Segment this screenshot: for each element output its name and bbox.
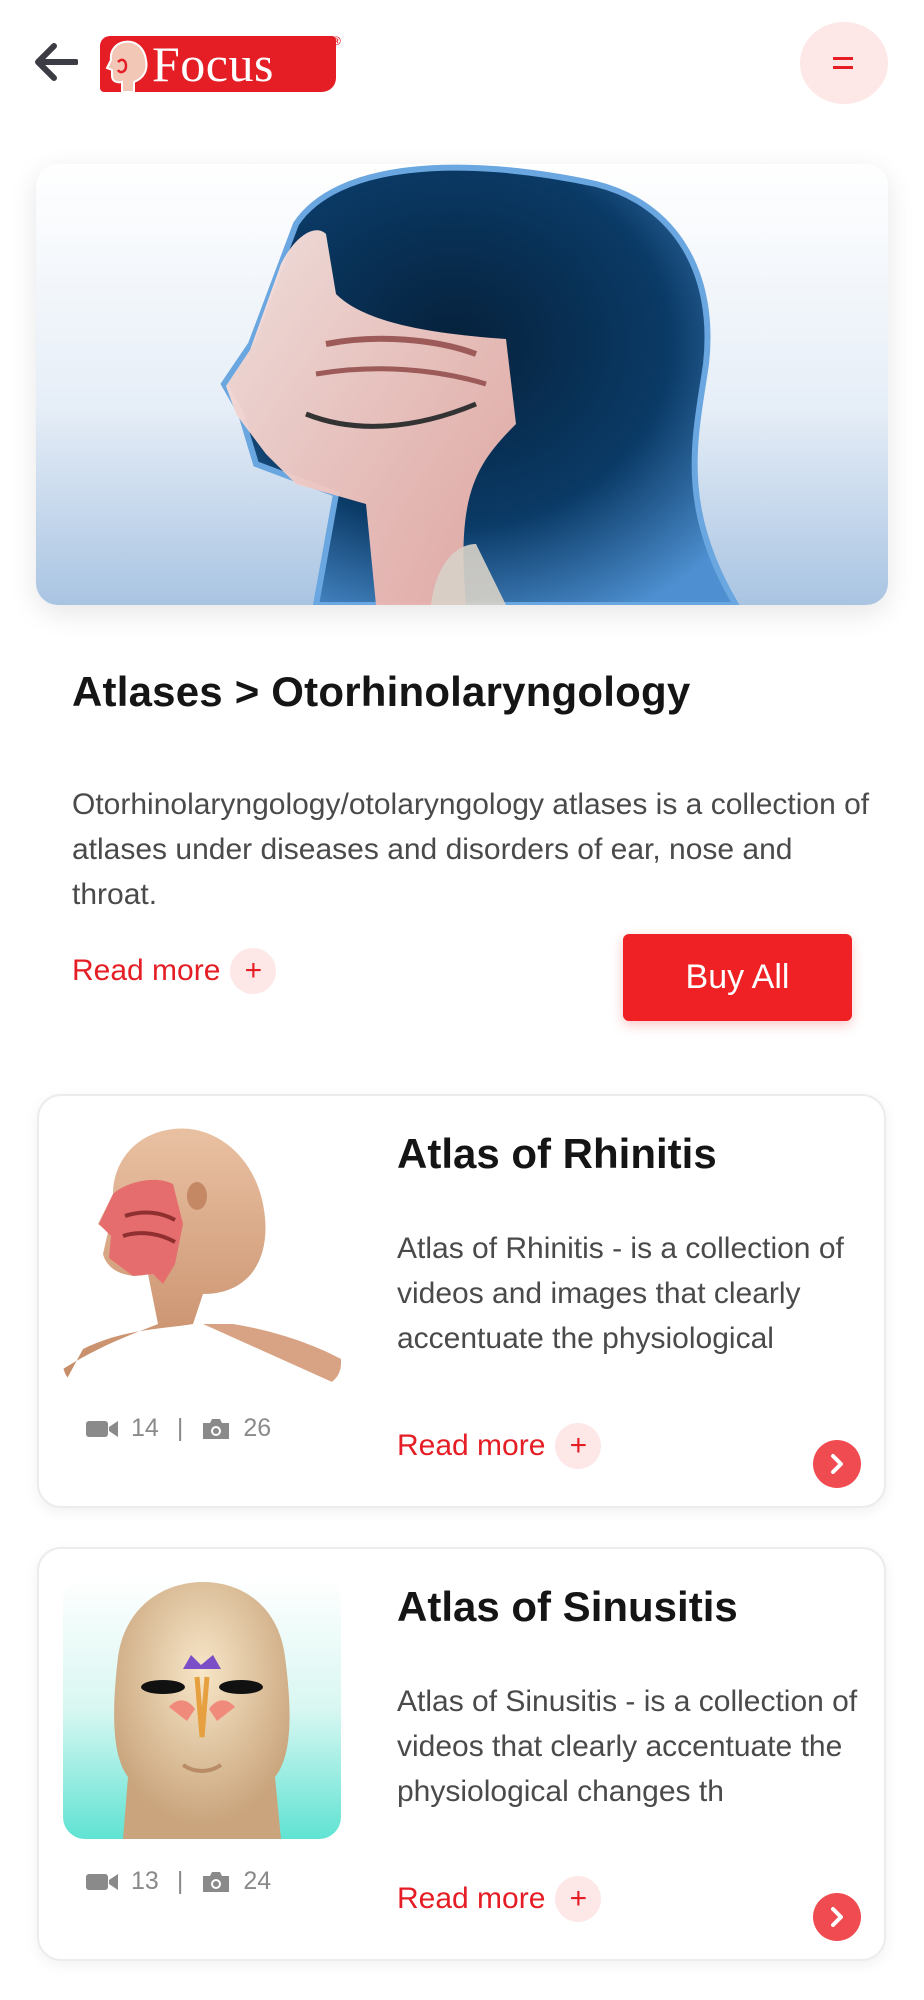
chevron-right-icon xyxy=(831,1454,843,1474)
page-title-breadcrumb: Atlases > Otorhinolaryngology xyxy=(72,668,691,715)
plus-icon: + xyxy=(555,1876,602,1922)
menu-icon xyxy=(833,57,853,69)
camera-icon xyxy=(203,1418,230,1439)
read-more-label: Read more xyxy=(397,1429,546,1462)
atlas-thumbnail xyxy=(63,1124,341,1386)
stat-separator: | xyxy=(176,1414,184,1442)
read-more-label: Read more xyxy=(397,1882,546,1915)
stat-separator: | xyxy=(176,1867,184,1895)
video-camera-icon xyxy=(86,1873,118,1890)
hero-image xyxy=(36,164,888,605)
arrow-left-icon xyxy=(35,43,78,81)
category-description: Otorhinolaryngology/otolaryngology atlas… xyxy=(72,788,870,911)
atlas-card-sinusitis[interactable]: Atlas of Sinusitis Atlas of Sinusitis - … xyxy=(37,1547,886,1961)
plus-icon: + xyxy=(555,1423,602,1469)
logo-text: Focus xyxy=(152,36,274,92)
plus-icon: + xyxy=(230,948,277,994)
video-count: 14 xyxy=(131,1414,159,1442)
image-count: 26 xyxy=(243,1414,272,1442)
media-stats: 14 | 26 xyxy=(85,1414,271,1443)
open-atlas-button[interactable] xyxy=(813,1893,861,1941)
registered-mark: ® xyxy=(332,34,341,48)
app-header: Focus ® xyxy=(0,0,924,130)
atlas-description: Atlas of Sinusitis - is a collection of … xyxy=(397,1685,858,1808)
video-camera-icon xyxy=(86,1420,118,1437)
media-stats: 13 | 24 xyxy=(85,1867,271,1896)
read-more-link[interactable]: Read more + xyxy=(397,1876,602,1922)
atlas-title[interactable]: Atlas of Rhinitis xyxy=(397,1130,717,1178)
buy-all-button[interactable]: Buy All xyxy=(623,934,852,1021)
camera-icon xyxy=(203,1871,230,1892)
read-more-link[interactable]: Read more + xyxy=(397,1423,602,1469)
atlas-thumbnail xyxy=(63,1577,341,1839)
back-button[interactable] xyxy=(30,36,82,88)
atlas-card-rhinitis[interactable]: Atlas of Rhinitis Atlas of Rhinitis - is… xyxy=(37,1094,886,1508)
menu-button[interactable] xyxy=(800,22,888,104)
head-silhouette-icon xyxy=(105,40,148,92)
read-more-label: Read more xyxy=(72,954,221,987)
read-more-link[interactable]: Read more + xyxy=(72,948,277,994)
focus-logo: Focus ® xyxy=(100,34,344,92)
chevron-right-icon xyxy=(831,1907,843,1927)
atlas-description: Atlas of Rhinitis - is a collection of v… xyxy=(397,1232,844,1355)
video-count: 13 xyxy=(131,1867,159,1895)
atlas-title[interactable]: Atlas of Sinusitis xyxy=(397,1583,738,1631)
open-atlas-button[interactable] xyxy=(813,1440,861,1488)
image-count: 24 xyxy=(243,1867,272,1895)
